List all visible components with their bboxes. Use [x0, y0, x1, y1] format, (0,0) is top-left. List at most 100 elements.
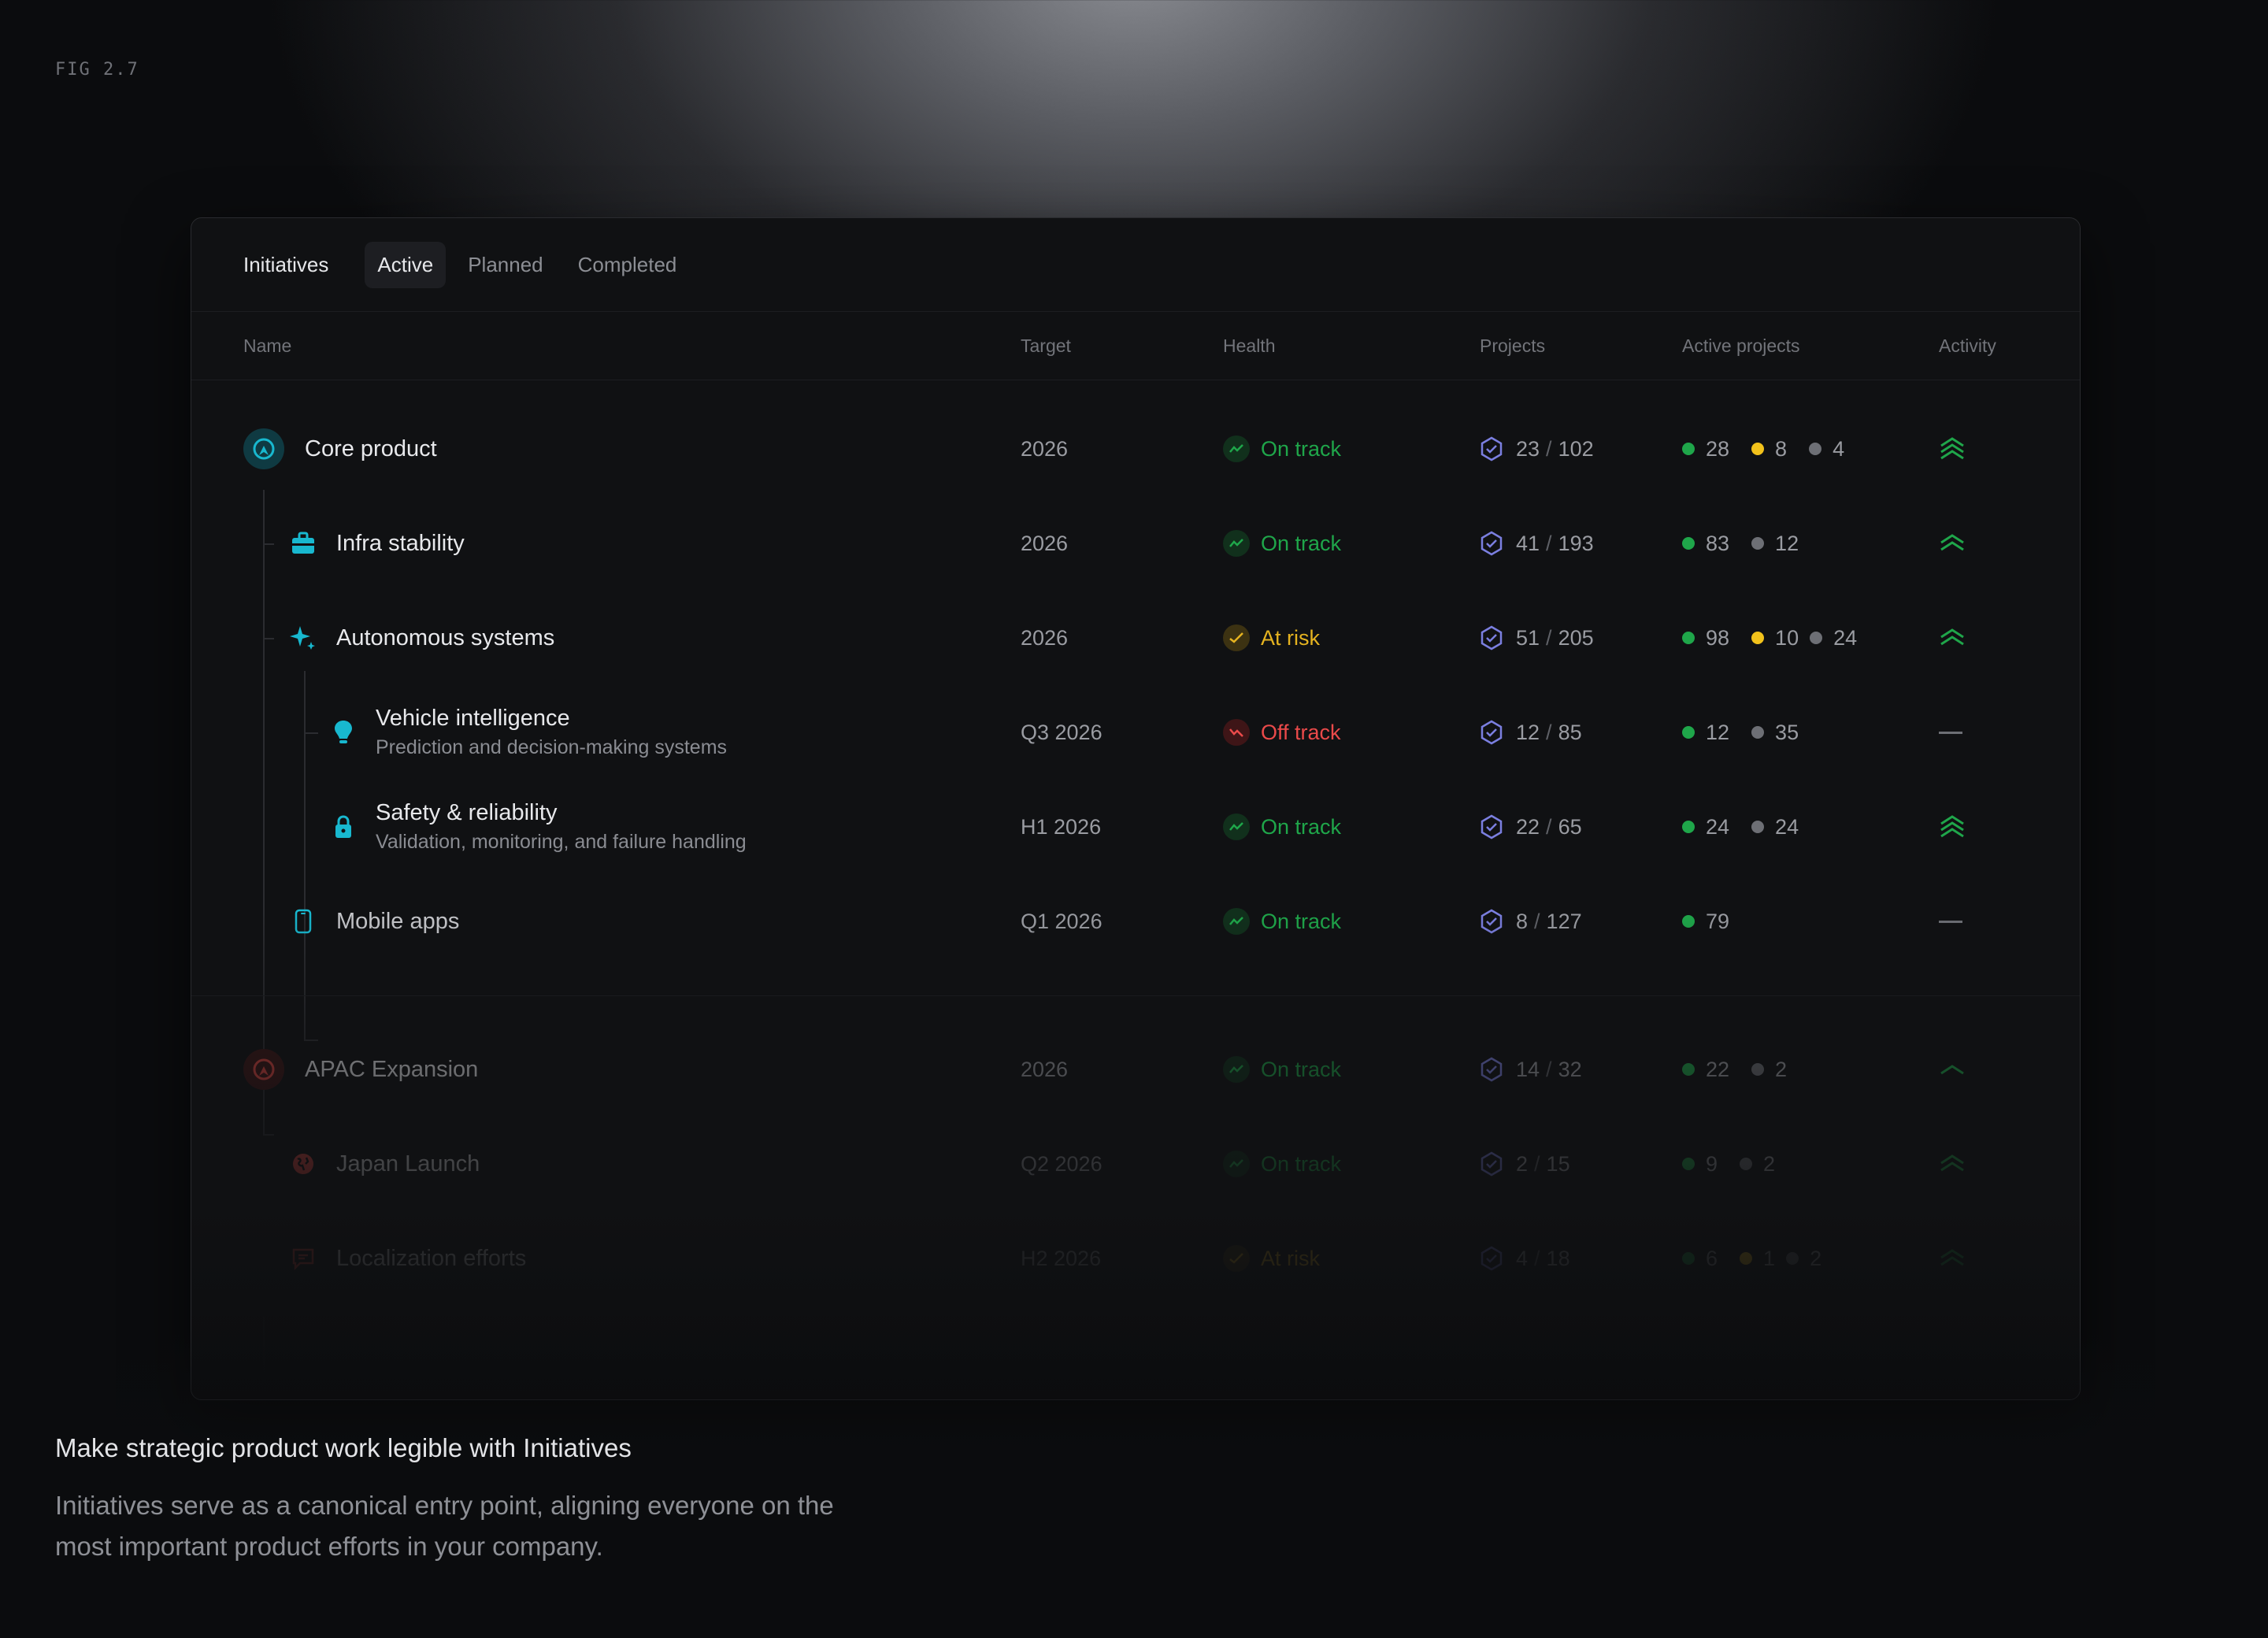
project-hex-icon [1480, 531, 1503, 556]
off-track-icon [1223, 719, 1250, 746]
table-header: Name Target Health Projects Active proje… [191, 312, 2080, 380]
project-hex-icon [1480, 909, 1503, 934]
tab-initiatives[interactable]: Initiatives [243, 253, 328, 277]
target-date: 2026 [1021, 625, 1069, 650]
table-row[interactable]: Vehicle intelligence Prediction and deci… [191, 685, 2080, 780]
target-date: Q1 2026 [1021, 909, 1102, 933]
tab-planned[interactable]: Planned [455, 242, 555, 288]
projects-count: 8/127 [1480, 909, 1582, 934]
bottom-fade [0, 1323, 2268, 1638]
activity-medium-icon [1939, 1248, 1966, 1269]
column-active-projects[interactable]: Active projects [1682, 335, 1800, 357]
projects-count: 12/85 [1480, 720, 1582, 745]
projects-count: 51/205 [1480, 625, 1594, 650]
health-status[interactable]: On track [1223, 813, 1341, 840]
on-track-icon [1223, 435, 1250, 462]
table-row[interactable]: Localization efforts H2 2026 At risk 4/1… [191, 1211, 2080, 1306]
activity-low-icon [1939, 1062, 1966, 1077]
at-risk-icon [1223, 624, 1250, 651]
caption-body: Initiatives serve as a canonical entry p… [55, 1491, 834, 1561]
initiative-name[interactable]: Core product [305, 436, 437, 462]
initiative-description: Prediction and decision-making systems [376, 736, 728, 758]
target-date: Q3 2026 [1021, 720, 1102, 744]
table-row[interactable]: Japan Launch Q2 2026 On track 2/15 92 [191, 1117, 2080, 1211]
on-track-icon [1223, 908, 1250, 935]
table-row[interactable]: Core product 2026 On track 23/102 28 8 4 [191, 402, 2080, 496]
group-divider [191, 995, 2080, 996]
health-status[interactable]: On track [1223, 435, 1341, 462]
projects-count: 4/18 [1480, 1246, 1570, 1271]
chat-icon [289, 1244, 317, 1273]
apac-icon [243, 1049, 284, 1090]
active-projects: 28 8 4 [1682, 437, 1866, 461]
activity-medium-icon [1939, 628, 1966, 648]
health-status[interactable]: On track [1223, 530, 1341, 557]
activity-medium-icon [1939, 533, 1966, 554]
table-row[interactable]: Infra stability 2026 On track 41/193 83 1… [191, 496, 2080, 591]
projects-count: 14/32 [1480, 1057, 1582, 1082]
target-date: Q2 2026 [1021, 1151, 1102, 1176]
projects-count: 41/193 [1480, 531, 1594, 556]
initiative-name[interactable]: Vehicle intelligence [376, 706, 727, 732]
globe-icon [289, 1150, 317, 1178]
target-date: 2026 [1021, 531, 1069, 555]
on-track-icon [1223, 813, 1250, 840]
initiative-name[interactable]: Japan Launch [336, 1151, 480, 1177]
health-status[interactable]: At risk [1223, 1245, 1320, 1272]
tab-active[interactable]: Active [365, 241, 447, 288]
project-hex-icon [1480, 720, 1503, 745]
activity-high-icon [1939, 814, 1966, 839]
active-projects: 92 [1682, 1152, 1797, 1177]
health-status[interactable]: On track [1223, 1056, 1341, 1083]
target-date: H1 2026 [1021, 814, 1102, 839]
lightbulb-icon [330, 718, 357, 747]
initiative-name[interactable]: Infra stability [336, 531, 465, 557]
health-status[interactable]: Off track [1223, 719, 1341, 746]
active-projects: 98 10 24 [1682, 626, 1879, 650]
target-date: 2026 [1021, 1057, 1069, 1081]
initiative-name[interactable]: Autonomous systems [336, 625, 554, 651]
projects-count: 23/102 [1480, 436, 1594, 461]
on-track-icon [1223, 1056, 1250, 1083]
health-status[interactable]: At risk [1223, 624, 1320, 651]
active-projects: 83 12 [1682, 532, 1821, 556]
table-row[interactable]: APAC Expansion 2026 On track 14/32 22 2 [191, 1022, 2080, 1117]
initiative-name[interactable]: APAC Expansion [305, 1057, 478, 1083]
activity-none-icon [1939, 920, 1962, 923]
initiative-name[interactable]: Mobile apps [336, 909, 459, 935]
at-risk-icon [1223, 1245, 1250, 1272]
initiative-name[interactable]: Localization efforts [336, 1246, 526, 1272]
target-date: H2 2026 [1021, 1246, 1102, 1270]
active-projects: 79 [1682, 910, 1751, 934]
sparkle-icon [289, 624, 317, 652]
active-projects: 12 35 [1682, 721, 1821, 745]
activity-medium-icon [1939, 1154, 1966, 1174]
column-name[interactable]: Name [243, 335, 291, 357]
caption-title: Make strategic product work legible with… [55, 1433, 632, 1462]
health-status[interactable]: On track [1223, 908, 1341, 935]
project-hex-icon [1480, 1246, 1503, 1271]
project-hex-icon [1480, 1057, 1503, 1082]
activity-none-icon [1939, 731, 1962, 734]
table-row[interactable]: Safety & reliability Validation, monitor… [191, 780, 2080, 874]
core-product-icon [243, 428, 284, 469]
project-hex-icon [1480, 814, 1503, 839]
projects-count: 2/15 [1480, 1151, 1570, 1177]
active-projects: 24 24 [1682, 815, 1821, 839]
column-activity[interactable]: Activity [1939, 335, 1996, 357]
on-track-icon [1223, 1151, 1250, 1177]
active-projects: 22 2 [1682, 1058, 1809, 1082]
table-row[interactable]: Autonomous systems 2026 At risk 51/205 9… [191, 591, 2080, 685]
health-status[interactable]: On track [1223, 1151, 1341, 1177]
column-target[interactable]: Target [1021, 335, 1071, 357]
column-health[interactable]: Health [1223, 335, 1275, 357]
on-track-icon [1223, 530, 1250, 557]
project-hex-icon [1480, 625, 1503, 650]
target-date: 2026 [1021, 436, 1069, 461]
column-projects[interactable]: Projects [1480, 335, 1545, 357]
initiative-name[interactable]: Safety & reliability [376, 800, 747, 826]
table-row[interactable]: Mobile apps Q1 2026 On track 8/127 79 [191, 874, 2080, 969]
tab-completed[interactable]: Completed [565, 242, 690, 288]
lock-icon [330, 813, 357, 841]
activity-high-icon [1939, 436, 1966, 461]
